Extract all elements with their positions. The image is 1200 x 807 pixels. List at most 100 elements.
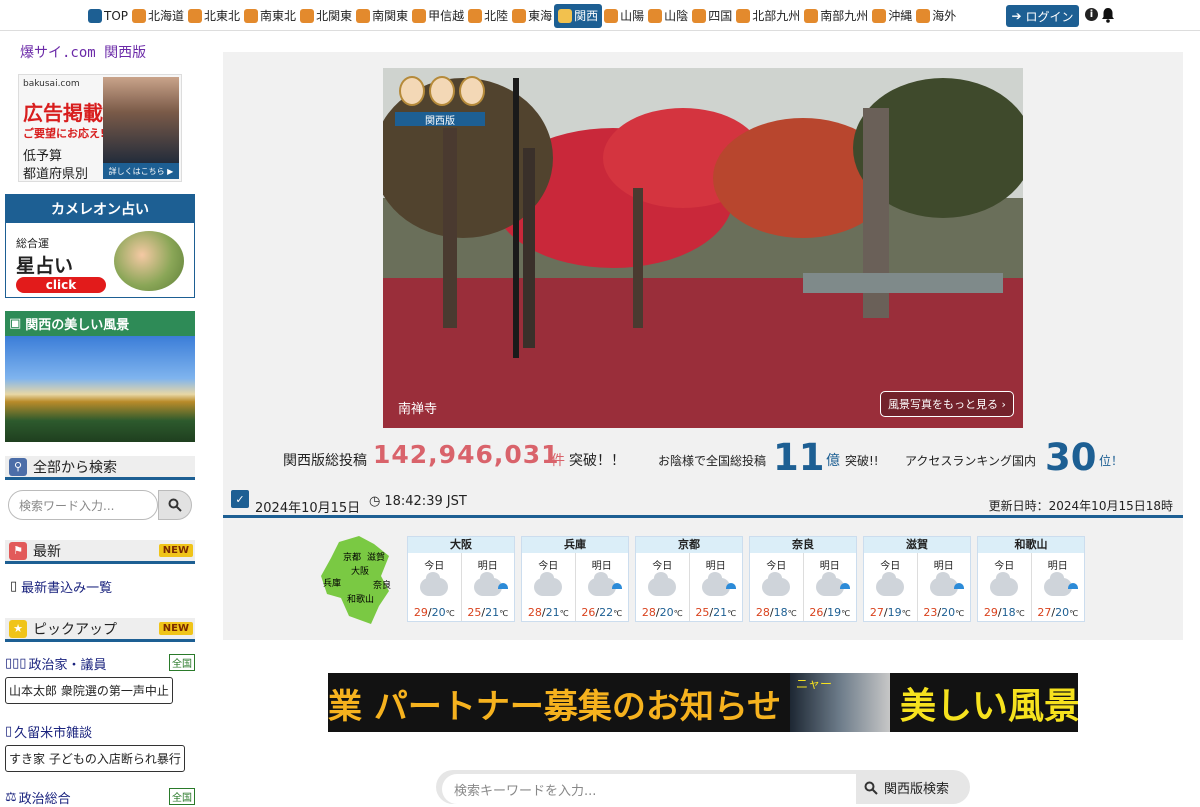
latest-posts-link[interactable]: ▯ 最新書込み一覧: [10, 577, 112, 596]
umbrella-icon: [612, 583, 622, 589]
nav-item[interactable]: 関西: [554, 3, 603, 28]
nav-item-label: 山陰: [664, 9, 689, 23]
pickup-item-title[interactable]: ▯ 久留米市雑談: [5, 722, 195, 741]
site-title[interactable]: 爆サイ.com 関西版: [20, 42, 146, 62]
weather-city: 京都: [636, 537, 742, 553]
nav-item-label: 北東北: [204, 9, 241, 23]
pickup-item-bubble[interactable]: すき家 子どもの入店断られ暴行: [5, 745, 185, 772]
pickup-item-bubble[interactable]: 山本太郎 衆院選の第一声中止: [5, 677, 173, 704]
cloud-icon: [762, 572, 791, 596]
region-icon: [916, 8, 931, 23]
scope-tag: 全国: [169, 788, 195, 805]
temperature: 27/19℃: [864, 606, 917, 619]
temp-unit: ℃: [559, 609, 569, 618]
fortune-title: カメレオン占い: [6, 195, 194, 223]
weather-card[interactable]: 滋賀 今日 27/19℃ 明日 23/20℃: [863, 536, 971, 622]
magnifier-icon: [864, 781, 878, 795]
weather-city: 滋賀: [864, 537, 970, 553]
kansai-scenery-banner[interactable]: ▣ 関西の美しい風景: [5, 311, 195, 442]
nav-item-label: 南部九州: [820, 9, 869, 23]
ad-more-link[interactable]: 詳しくはこちら ▶: [103, 163, 179, 179]
latest-title: 最新: [33, 543, 61, 560]
nav-item[interactable]: 山陰: [646, 4, 690, 28]
more-scenery-button[interactable]: 風景写真をもっと見る ›: [880, 391, 1014, 417]
pickup-item[interactable]: ⚖ 政治総合 全国: [5, 788, 195, 807]
nav-item[interactable]: 北東北: [186, 4, 242, 28]
stats-row: 関西版総投稿 142,946,031 件 突破！！ お陰様で全国総投稿 11 億…: [223, 436, 1183, 480]
cloud-icon: [990, 572, 1019, 596]
kansai-total-value: 142,946,031: [373, 440, 560, 469]
nav-item[interactable]: 北海道: [130, 4, 186, 28]
partner-banner[interactable]: 業 パートナー募集のお知らせ ニャー 美しい風景: [328, 673, 1078, 732]
current-time: ◷ 18:42:39 JST: [369, 494, 467, 509]
pickup-item[interactable]: ▯▯▯ 政治家・議員 全国 山本太郎 衆院選の第一声中止: [5, 654, 195, 704]
sidebar-search-button[interactable]: [158, 490, 192, 520]
scope-tag: 全国: [169, 654, 195, 671]
ranking-value: 30: [1045, 436, 1097, 479]
sidebar: 爆サイ.com 関西版 bakusai.com 広告掲載 ご要望にお応え! 低予…: [0, 32, 200, 807]
temperature: 27/20℃: [1032, 606, 1085, 619]
temp-unit: ℃: [901, 609, 911, 618]
kansai-search-button[interactable]: 関西版検索: [864, 778, 949, 797]
nav-item[interactable]: 南東北: [242, 4, 298, 28]
info-icon[interactable]: i: [1085, 8, 1098, 21]
ad-banner-advertise[interactable]: bakusai.com 広告掲載 ご要望にお応え! 低予算 都道府県別 詳しくは…: [18, 74, 182, 182]
pickup-item[interactable]: ▯ 久留米市雑談 すき家 子どもの入店断られ暴行: [5, 722, 195, 772]
nav-item[interactable]: TOP: [86, 4, 130, 28]
bell-icon[interactable]: [1101, 7, 1115, 23]
temp-low: 21: [713, 606, 728, 619]
day-label: 明日: [1047, 561, 1068, 572]
date-bar: ✓ 2024年10月15日 ◷ 18:42:39 JST 更新日時：2024年1…: [223, 488, 1183, 518]
nav-item[interactable]: 四国: [690, 4, 734, 28]
weather-card[interactable]: 京都 今日 28/20℃ 明日 25/21℃: [635, 536, 743, 622]
link-icon: ▯: [5, 724, 13, 739]
nav-item[interactable]: 山陽: [602, 4, 646, 28]
pickup-item-title[interactable]: ⚖ 政治総合: [5, 788, 195, 807]
nav-item-label: 北海道: [148, 9, 185, 23]
sidebar-search-input[interactable]: 検索ワード入力...: [8, 490, 158, 520]
weather-section: 京都 滋賀 大阪 兵庫 奈良 和歌山 大阪 今日 29/20℃ 明日 25/21℃ 兵庫今…: [223, 536, 1183, 626]
map-label: 兵庫: [323, 577, 341, 589]
home-icon: [88, 8, 102, 23]
weather-card[interactable]: 和歌山 今日 29/18℃ 明日 27/20℃: [977, 536, 1085, 622]
weather-card[interactable]: 奈良 今日 28/18℃ 明日 26/19℃: [749, 536, 857, 622]
weather-card[interactable]: 兵庫 今日 28/21℃ 明日 26/22℃: [521, 536, 629, 622]
temp-low: 18: [1001, 606, 1016, 619]
calendar-icon: ✓: [231, 490, 249, 508]
hero-photo[interactable]: 関西版 南禅寺 風景写真をもっと見る ›: [383, 68, 1023, 428]
kansai-total-unit: 件: [551, 453, 565, 469]
fortune-click-button[interactable]: click: [16, 277, 106, 293]
ad-headline: 広告掲載: [23, 101, 103, 125]
pickup-item-title[interactable]: ▯▯▯ 政治家・議員: [5, 654, 195, 673]
nav-item-label: 関西: [574, 9, 599, 23]
region-nav: TOP 北海道 北東北 南東北 北関東 南関東 甲信越 北陸 東海 関西 山陽 山陰 四国 北部九州 南部九…: [86, 3, 958, 28]
kansai-map[interactable]: 京都 滋賀 大阪 兵庫 奈良 和歌山: [319, 536, 399, 626]
login-icon: ➔: [1011, 9, 1022, 23]
cloud-icon: [534, 572, 563, 596]
login-button[interactable]: ➔ ログイン: [1006, 5, 1079, 27]
nav-item[interactable]: 北部九州: [734, 4, 802, 28]
weather-card[interactable]: 大阪 今日 29/20℃ 明日 25/21℃: [407, 536, 515, 622]
nav-item-label: 南関東: [372, 9, 409, 23]
nav-item[interactable]: 北関東: [298, 4, 354, 28]
new-badge: NEW: [158, 544, 193, 557]
day-label: 明日: [477, 561, 498, 572]
ad-brand: bakusai.com: [23, 79, 80, 89]
nav-item[interactable]: 東海: [510, 4, 554, 28]
nav-item[interactable]: 南関東: [354, 4, 410, 28]
temp-unit: ℃: [727, 609, 737, 618]
nav-item[interactable]: 北陸: [466, 4, 510, 28]
temperature: 29/18℃: [978, 606, 1031, 619]
national-total-tail: 突破!!: [845, 454, 879, 468]
weather-city: 和歌山: [978, 537, 1084, 553]
weather-day-today: 今日 28/21℃: [522, 553, 576, 621]
link-icon: ▯▯▯: [5, 656, 27, 671]
latest-posts-label: 最新書込み一覧: [21, 581, 113, 596]
nav-item[interactable]: 海外: [914, 4, 958, 28]
nav-item[interactable]: 甲信越: [410, 4, 466, 28]
nav-item[interactable]: 沖縄: [870, 4, 914, 28]
nav-item[interactable]: 南部九州: [802, 4, 870, 28]
ad-banner-fortune[interactable]: カメレオン占い 総合運 星占い click: [5, 194, 195, 298]
umbrella-icon: [954, 583, 964, 589]
region-icon: [300, 8, 315, 23]
